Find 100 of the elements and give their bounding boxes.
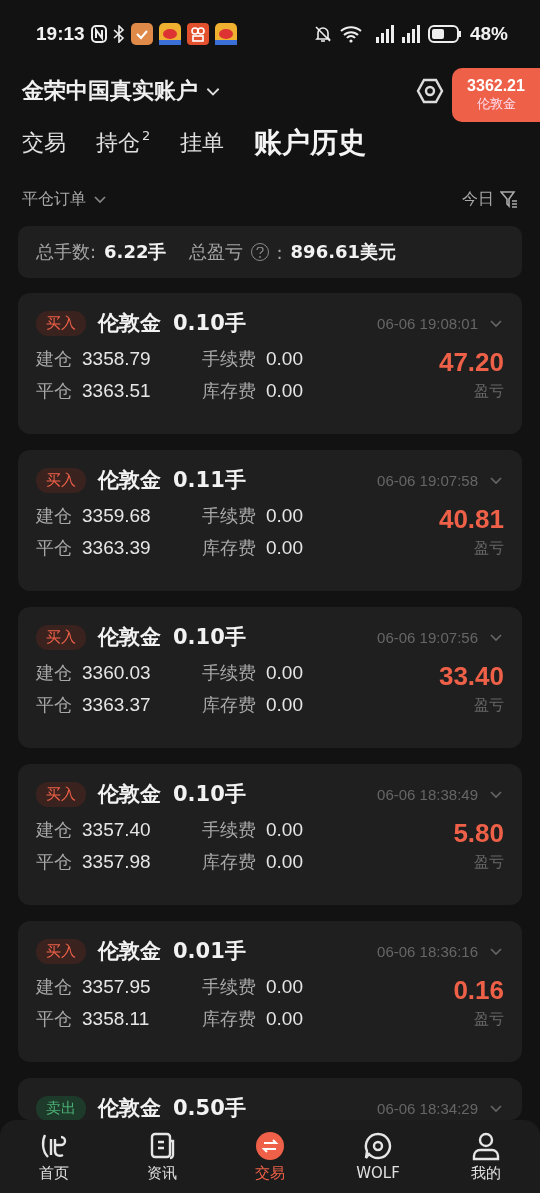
profit-label: 盈亏 bbox=[474, 853, 504, 872]
field-value: 3358.79 bbox=[82, 348, 152, 370]
chat-icon bbox=[363, 1131, 393, 1161]
app-icon bbox=[158, 23, 181, 45]
order-time: 06-06 18:36:16 bbox=[377, 942, 478, 960]
order-type-dropdown[interactable]: 平仓订单 bbox=[22, 188, 108, 210]
field-label: 手续费 bbox=[202, 661, 256, 685]
order-time: 06-06 18:38:49 bbox=[377, 785, 478, 803]
field-value: 0.00 bbox=[266, 1008, 303, 1030]
field-label: 手续费 bbox=[202, 504, 256, 528]
pl-colon: : bbox=[276, 241, 283, 263]
field-value: 3360.03 bbox=[82, 662, 152, 684]
lots-label: 总手数: bbox=[36, 240, 97, 264]
order-card[interactable]: 买入 伦敦金 0.10手 06-06 19:08:01 建仓 3358.79 手续费 0.00 平仓 3363.51 库存费 0.00 47.20 盈亏 bbox=[18, 293, 522, 434]
lots-total: 6.22手 bbox=[104, 240, 167, 264]
field-value: 0.00 bbox=[266, 662, 303, 684]
field-value: 3357.95 bbox=[82, 976, 152, 998]
field-label: 库存费 bbox=[202, 850, 256, 874]
field-label: 平仓 bbox=[36, 693, 72, 717]
field-value: 3363.39 bbox=[82, 537, 152, 559]
nav-item[interactable]: WOLF bbox=[333, 1131, 423, 1182]
order-time: 06-06 19:07:58 bbox=[377, 471, 478, 489]
field-value: 0.00 bbox=[266, 380, 303, 402]
field-value: 3359.68 bbox=[82, 505, 152, 527]
period-filter[interactable]: 今日 bbox=[462, 188, 518, 210]
order-card[interactable]: 卖出 伦敦金 0.50手 06-06 18:34:29 bbox=[18, 1078, 522, 1120]
field-value: 0.00 bbox=[266, 694, 303, 716]
order-time: 06-06 19:08:01 bbox=[377, 314, 478, 332]
nav-item[interactable]: 资讯 bbox=[117, 1130, 207, 1183]
symbol: 伦敦金 bbox=[98, 781, 161, 808]
settings-icon[interactable] bbox=[416, 77, 444, 105]
profit-value: 0.16 bbox=[453, 975, 504, 1006]
order-card[interactable]: 买入 伦敦金 0.10手 06-06 19:07:56 建仓 3360.03 手续费 0.00 平仓 3363.37 库存费 0.00 33.40 盈亏 bbox=[18, 607, 522, 748]
field-label: 建仓 bbox=[36, 818, 72, 842]
order-time: 06-06 18:34:29 bbox=[377, 1099, 478, 1117]
tab[interactable]: 挂单 bbox=[180, 128, 225, 158]
clock: 19:13 bbox=[36, 23, 85, 45]
side-tag: 买入 bbox=[36, 310, 86, 336]
field-value: 0.00 bbox=[266, 537, 303, 559]
profit-label: 盈亏 bbox=[474, 1010, 504, 1029]
field-label: 平仓 bbox=[36, 379, 72, 403]
tab[interactable]: 账户历史 bbox=[254, 124, 367, 162]
symbol: 伦敦金 bbox=[98, 624, 161, 651]
field-label: 平仓 bbox=[36, 850, 72, 874]
pl-label: 总盈亏 bbox=[188, 240, 243, 264]
nav-item[interactable]: 首页 bbox=[9, 1130, 99, 1183]
field-value: 0.00 bbox=[266, 976, 303, 998]
field-label: 库存费 bbox=[202, 379, 256, 403]
lots: 0.11手 bbox=[173, 467, 246, 494]
app-icon bbox=[186, 23, 209, 45]
side-tag: 卖出 bbox=[36, 1095, 86, 1120]
filter-icon bbox=[500, 190, 518, 208]
field-value: 3363.51 bbox=[82, 380, 152, 402]
field-label: 手续费 bbox=[202, 347, 256, 371]
side-tag: 买入 bbox=[36, 781, 86, 807]
nfc-icon bbox=[90, 25, 107, 43]
order-card[interactable]: 买入 伦敦金 0.10手 06-06 18:38:49 建仓 3357.40 手续费 0.00 平仓 3357.98 库存费 0.00 5.80 盈亏 bbox=[18, 764, 522, 905]
order-time: 06-06 19:07:56 bbox=[377, 628, 478, 646]
order-card[interactable]: 买入 伦敦金 0.11手 06-06 19:07:58 建仓 3359.68 手续费 0.00 平仓 3363.39 库存费 0.00 40.81 盈亏 bbox=[18, 450, 522, 591]
field-value: 3357.40 bbox=[82, 819, 152, 841]
profit-label: 盈亏 bbox=[474, 696, 504, 715]
field-label: 手续费 bbox=[202, 818, 256, 842]
app-icon bbox=[214, 23, 237, 45]
bluetooth-icon bbox=[112, 25, 125, 43]
lots: 0.10手 bbox=[173, 624, 246, 651]
field-value: 3363.37 bbox=[82, 694, 152, 716]
field-value: 0.00 bbox=[266, 505, 303, 527]
profit-value: 5.80 bbox=[453, 818, 504, 849]
field-value: 0.00 bbox=[266, 819, 303, 841]
account-name[interactable]: 金荣中国真实账户 bbox=[22, 76, 198, 106]
bell-muted-icon bbox=[313, 25, 332, 43]
symbol: 伦敦金 bbox=[98, 310, 161, 337]
field-label: 建仓 bbox=[36, 347, 72, 371]
field-label: 建仓 bbox=[36, 504, 72, 528]
symbol: 伦敦金 bbox=[98, 467, 161, 494]
field-label: 建仓 bbox=[36, 661, 72, 685]
tab[interactable]: 持仓$^{2}$ bbox=[96, 128, 151, 158]
field-label: 库存费 bbox=[202, 536, 256, 560]
field-label: 手续费 bbox=[202, 975, 256, 999]
field-value: 3357.98 bbox=[82, 851, 152, 873]
price-symbol: 伦敦金 bbox=[476, 95, 516, 113]
field-value: 0.00 bbox=[266, 851, 303, 873]
profit-value: 47.20 bbox=[438, 347, 504, 378]
field-label: 平仓 bbox=[36, 1007, 72, 1031]
nav-item[interactable]: 我的 bbox=[441, 1130, 531, 1183]
wifi-icon bbox=[339, 25, 362, 43]
swap-icon bbox=[255, 1130, 285, 1161]
order-card[interactable]: 买入 伦敦金 0.01手 06-06 18:36:16 建仓 3357.95 手续费 0.00 平仓 3358.11 库存费 0.00 0.16 盈亏 bbox=[18, 921, 522, 1062]
lots: 0.01手 bbox=[173, 938, 246, 965]
nav-item[interactable]: 交易 bbox=[225, 1130, 315, 1183]
profit-label: 盈亏 bbox=[474, 382, 504, 401]
tab[interactable]: 交易 bbox=[22, 128, 66, 158]
profit-value: 33.40 bbox=[438, 661, 504, 692]
lots: 0.50手 bbox=[173, 1095, 246, 1120]
side-tag: 买入 bbox=[36, 938, 86, 964]
battery-icon bbox=[427, 25, 462, 43]
side-tag: 买入 bbox=[36, 467, 86, 493]
symbol: 伦敦金 bbox=[98, 938, 161, 965]
field-label: 库存费 bbox=[202, 1007, 256, 1031]
field-value: 0.00 bbox=[266, 348, 303, 370]
